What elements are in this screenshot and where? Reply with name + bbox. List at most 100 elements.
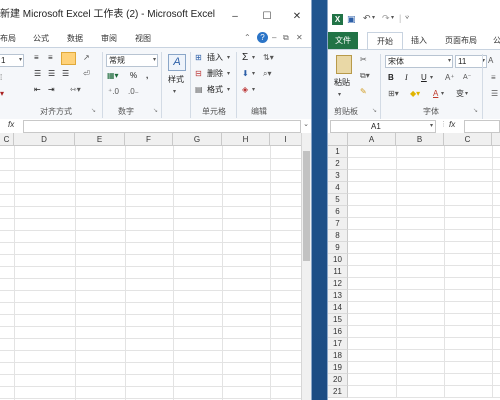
column-header[interactable] [492, 133, 500, 146]
font-color-button[interactable]: A [433, 88, 438, 100]
insert-function-button[interactable]: fx [449, 120, 455, 129]
tab-page-layout[interactable]: 页面布局 [445, 32, 477, 49]
insert-function-button[interactable]: fx [8, 120, 14, 129]
column-header[interactable]: I [270, 133, 302, 146]
tab-home[interactable]: 开始 [367, 32, 403, 50]
select-all-corner[interactable] [328, 133, 348, 146]
row-header[interactable]: 2 [328, 158, 348, 170]
column-header[interactable]: B [396, 133, 444, 146]
row-header[interactable]: 12 [328, 278, 348, 290]
shrink-font-icon[interactable]: A⁻ [463, 72, 471, 84]
dialog-launcher-icon[interactable]: ↘ [473, 105, 478, 117]
expand-formula-icon[interactable]: ⌄ [303, 120, 309, 128]
dialog-launcher-icon[interactable]: ↘ [372, 105, 377, 117]
column-header[interactable]: C [444, 133, 492, 146]
tab-insert[interactable]: 插入 [411, 32, 427, 49]
styles-icon[interactable]: A [168, 54, 186, 71]
tab-file[interactable]: 文件 [328, 32, 358, 49]
row-header[interactable]: 11 [328, 266, 348, 278]
row-header[interactable]: 4 [328, 182, 348, 194]
name-box[interactable]: A1 ▾ [330, 120, 436, 133]
doc-minimize-icon[interactable]: – [272, 33, 276, 42]
dialog-launcher-icon[interactable]: ↘ [91, 105, 96, 117]
column-header[interactable]: C [0, 133, 14, 146]
column-header[interactable]: D [14, 133, 75, 146]
row-header[interactable]: 6 [328, 206, 348, 218]
copy-icon[interactable]: ⧉▾ [360, 70, 370, 82]
customize-toolbar-icon[interactable]: ⩒ [405, 14, 409, 22]
tab-review[interactable]: 审阅 [101, 30, 117, 47]
percent-button[interactable]: % [130, 70, 137, 82]
row-header[interactable]: 20 [328, 374, 348, 386]
insert-icon[interactable]: ⊞ [195, 52, 202, 64]
row-header[interactable]: 3 [328, 170, 348, 182]
insert-button[interactable]: 插入 [207, 52, 223, 64]
worksheet-grid-right[interactable]: A B C 1 2 3 4 5 6 7 8 9 10 11 12 13 14 15 16 17 18 19 20 21 [328, 133, 500, 400]
format-button[interactable]: 格式 [207, 84, 223, 96]
fill-color-icon[interactable]: ◆▾ [410, 88, 420, 100]
close-button[interactable]: ✕ [283, 10, 311, 24]
row-header[interactable]: 5 [328, 194, 348, 206]
row-header[interactable]: 16 [328, 326, 348, 338]
maximize-button[interactable]: ☐ [253, 10, 281, 24]
decrease-indent-icon[interactable]: ⇤ [34, 84, 41, 96]
borders-icon[interactable]: ⊞▾ [388, 88, 399, 100]
column-header[interactable]: F [125, 133, 173, 146]
phonetic-button[interactable]: 变 [456, 88, 464, 100]
find-select-icon[interactable]: ⌕▾ [263, 68, 272, 80]
column-header[interactable]: E [75, 133, 125, 146]
format-painter-icon[interactable]: ✎ [360, 86, 367, 98]
column-header[interactable]: G [173, 133, 222, 146]
align-bottom-icon[interactable] [61, 52, 76, 65]
save-icon[interactable]: ▣ [347, 14, 356, 25]
align-center-icon[interactable]: ☰ [48, 68, 55, 80]
dialog-launcher-icon[interactable]: ↘ [153, 105, 158, 117]
column-header[interactable]: A [348, 133, 396, 146]
row-header[interactable]: 14 [328, 302, 348, 314]
paste-icon[interactable] [336, 55, 352, 74]
phonetic-fragment-icon[interactable]: ▾ [0, 88, 4, 100]
doc-close-icon[interactable]: ✕ [296, 33, 303, 42]
minimize-button[interactable]: – [221, 10, 249, 24]
row-header[interactable]: 18 [328, 350, 348, 362]
title-bar[interactable]: 新建 Microsoft Excel 工作表 (2) - Microsoft E… [0, 0, 311, 26]
delete-button[interactable]: 删除 [207, 68, 223, 80]
row-header[interactable]: 21 [328, 386, 348, 398]
tab-formulas[interactable]: 公式 [33, 30, 49, 47]
merge-center-icon[interactable]: ⇿▾ [70, 84, 81, 96]
tab-data[interactable]: 数据 [67, 30, 83, 47]
font-fragment-icon[interactable]: ⁞ [0, 72, 2, 84]
grow-font-icon[interactable]: A⁺ [445, 72, 455, 84]
undo-button[interactable]: ↶ [363, 13, 371, 24]
format-icon[interactable]: ▤ [195, 84, 203, 96]
number-format-combo[interactable]: 常规 ▾ [106, 54, 158, 67]
italic-button[interactable]: I [405, 72, 408, 84]
fill-icon[interactable]: ⬇ [242, 68, 249, 80]
doc-restore-icon[interactable]: ⧉ [283, 33, 289, 43]
wrap-text-icon[interactable]: ⏎ [83, 68, 90, 80]
row-header[interactable]: 8 [328, 230, 348, 242]
row-header[interactable]: 1 [328, 146, 348, 158]
row-header[interactable]: 9 [328, 242, 348, 254]
comma-button[interactable]: , [146, 70, 148, 82]
tab-view[interactable]: 视图 [135, 30, 151, 47]
clear-icon[interactable]: ◈ [242, 84, 248, 96]
ribbon-minimize-icon[interactable]: ⌃ [244, 33, 251, 42]
redo-button[interactable]: ↷ [382, 13, 390, 24]
formula-input[interactable] [23, 120, 301, 133]
scrollbar-thumb[interactable] [303, 151, 310, 261]
row-header[interactable]: 7 [328, 218, 348, 230]
currency-icon[interactable]: ▦▾ [107, 70, 119, 82]
font-size-combo[interactable]: 1 ▾ [0, 54, 24, 67]
align-right-icon[interactable]: ☰ [62, 68, 69, 80]
sort-filter-icon[interactable]: ⇅▾ [263, 52, 274, 64]
align-top-icon[interactable]: ≡ [491, 72, 496, 84]
worksheet-grid-left[interactable]: C D E F G H I [0, 133, 311, 400]
grow-font-icon[interactable]: A [488, 55, 493, 67]
vertical-scrollbar[interactable] [301, 133, 311, 400]
row-header[interactable]: 15 [328, 314, 348, 326]
styles-button[interactable]: 样式 [168, 74, 184, 86]
align-left-icon[interactable]: ☰ [491, 88, 498, 100]
row-header[interactable]: 17 [328, 338, 348, 350]
row-header[interactable]: 13 [328, 290, 348, 302]
